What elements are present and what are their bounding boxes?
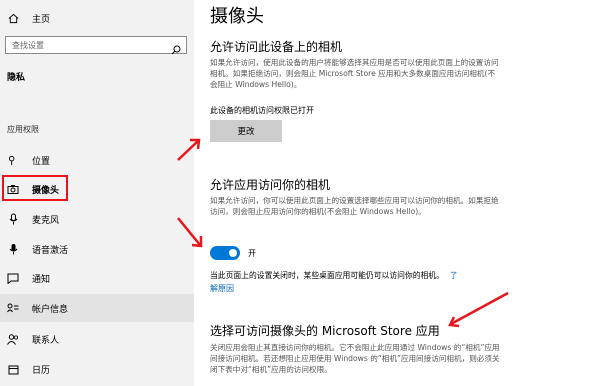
arrow-to-change-button: [177, 138, 201, 161]
arrow-to-toggle: [177, 217, 203, 248]
annotation-arrows: [177, 138, 509, 328]
arrow-to-store-section: [448, 291, 509, 328]
